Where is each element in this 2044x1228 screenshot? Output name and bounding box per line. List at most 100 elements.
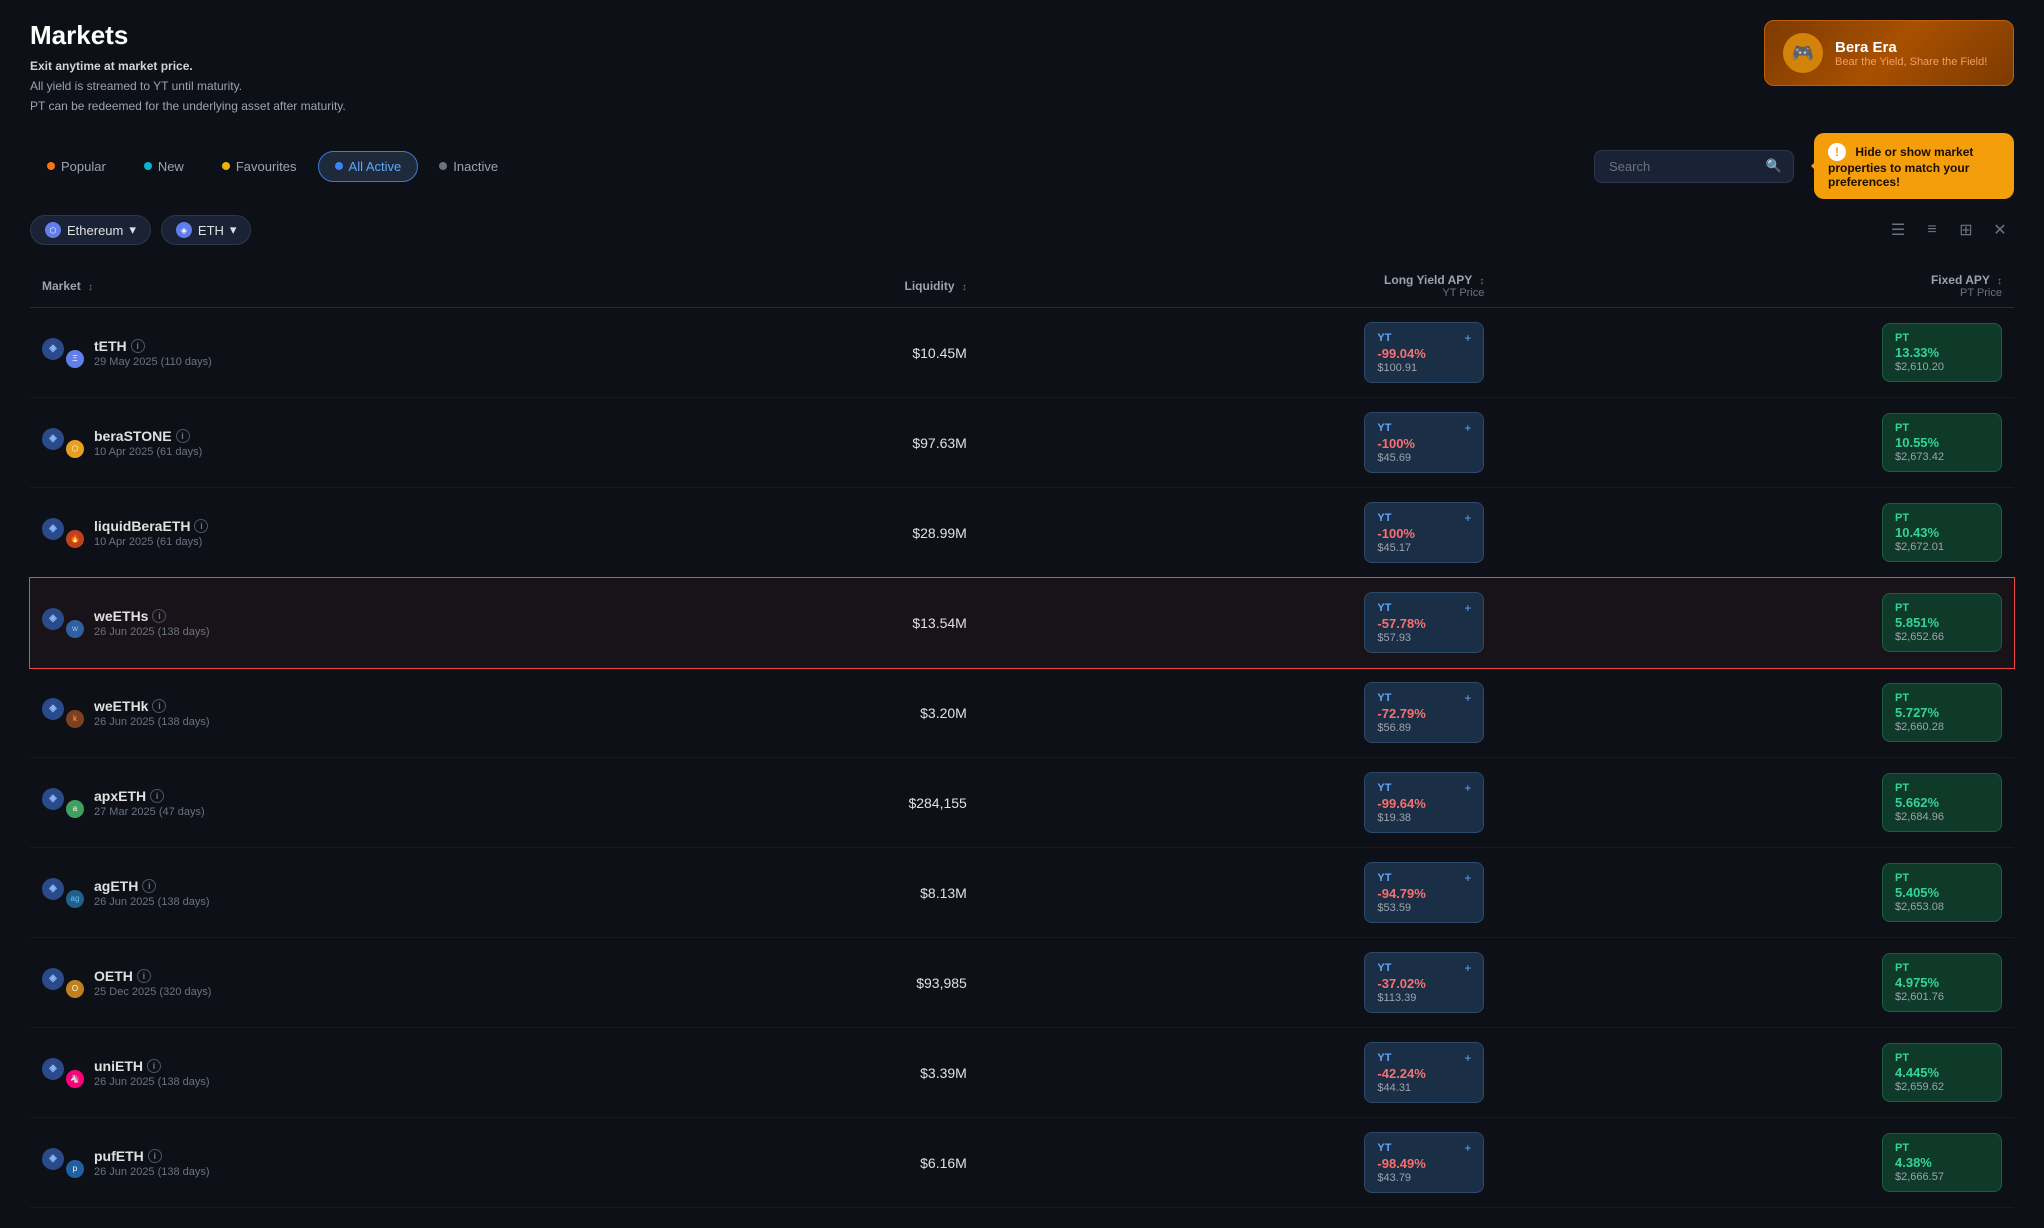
yt-plus-icon: + (1464, 781, 1471, 795)
market-cell: ◈ w weETHs i 26 Jun 2025 (138 days) (42, 608, 622, 638)
info-icon[interactable]: i (137, 969, 151, 983)
fixed-apy-sort-icon[interactable]: ↕ (1997, 276, 2002, 287)
tab-popular[interactable]: Popular (30, 151, 123, 182)
market-icon-sub: Ξ (66, 350, 84, 368)
yt-percentage: -94.79% (1377, 886, 1425, 901)
pt-cell: PT 4.445% $2,659.62 (1508, 1043, 2002, 1102)
yt-price: $45.17 (1377, 542, 1411, 554)
info-icon[interactable]: i (131, 339, 145, 353)
tab-inactive[interactable]: Inactive (422, 151, 515, 182)
yt-badge[interactable]: YT + -99.04% $100.91 (1364, 322, 1484, 383)
table-row[interactable]: ◈ a apxETH i 27 Mar 2025 (47 days) $284,… (30, 758, 2014, 848)
pt-badge[interactable]: PT 4.445% $2,659.62 (1882, 1043, 2002, 1102)
tab-all-active[interactable]: All Active (318, 151, 419, 182)
info-icon[interactable]: i (176, 429, 190, 443)
pt-badge[interactable]: PT 5.851% $2,652.66 (1882, 593, 2002, 652)
market-icon-main: ◈ (42, 1148, 64, 1170)
pt-price: $2,601.76 (1895, 991, 1989, 1003)
table-row[interactable]: ◈ p pufETH i 26 Jun 2025 (138 days) $6.1… (30, 1118, 2014, 1208)
compact-list-view-button[interactable]: ≡ (1918, 216, 1946, 244)
tab-favourites[interactable]: Favourites (205, 151, 314, 182)
yt-badge[interactable]: YT + -42.24% $44.31 (1364, 1042, 1484, 1103)
yt-label: YT (1377, 602, 1391, 614)
chain-filter[interactable]: ⬡ Ethereum ▾ (30, 215, 151, 245)
yt-label: YT (1377, 1142, 1391, 1154)
yt-badge[interactable]: YT + -57.78% $57.93 (1364, 592, 1484, 653)
market-date: 26 Jun 2025 (138 days) (94, 626, 210, 638)
filters-row: ⬡ Ethereum ▾ ◈ ETH ▾ ☰ ≡ ⊞ ✕ (30, 215, 2014, 245)
page-title: Markets (30, 20, 346, 51)
table-row[interactable]: ◈ 🦄 uniETH i 26 Jun 2025 (138 days) $3.3… (30, 1028, 2014, 1118)
info-icon[interactable]: i (152, 699, 166, 713)
yt-badge[interactable]: YT + -98.49% $43.79 (1364, 1132, 1484, 1193)
col-header-liquidity: Liquidity ↕ (634, 265, 979, 308)
market-cell: ◈ O OETH i 25 Dec 2025 (320 days) (42, 968, 622, 998)
yt-cell: YT + -37.02% $113.39 (991, 952, 1485, 1013)
liquidity-value: $3.20M (646, 705, 967, 721)
pt-badge[interactable]: PT 5.727% $2,660.28 (1882, 683, 2002, 742)
tab-new[interactable]: New (127, 151, 201, 182)
table-row[interactable]: ◈ 🔥 liquidBeraETH i 10 Apr 2025 (61 days… (30, 488, 2014, 578)
pt-badge[interactable]: PT 5.405% $2,653.08 (1882, 863, 2002, 922)
info-icon[interactable]: i (152, 609, 166, 623)
asset-filter[interactable]: ◈ ETH ▾ (161, 215, 252, 245)
liquidity-sort-icon[interactable]: ↕ (962, 282, 967, 293)
search-area: 🔍 (1594, 150, 1794, 183)
yt-badge[interactable]: YT + -100% $45.17 (1364, 502, 1484, 563)
table-row[interactable]: ◈ w weETHs i 26 Jun 2025 (138 days) $13.… (30, 578, 2014, 668)
market-date: 25 Dec 2025 (320 days) (94, 986, 211, 998)
pt-percentage: 13.33% (1895, 345, 1989, 360)
pt-badge[interactable]: PT 10.55% $2,673.42 (1882, 413, 2002, 472)
yt-percentage: -98.49% (1377, 1156, 1425, 1171)
table-row[interactable]: ◈ ag agETH i 26 Jun 2025 (138 days) $8.1… (30, 848, 2014, 938)
table-row[interactable]: ◈ ⬡ beraSTONE i 10 Apr 2025 (61 days) $9… (30, 398, 2014, 488)
tooltip-icon: ! (1828, 143, 1846, 161)
table-row[interactable]: ◈ Ξ tETH i 29 May 2025 (110 days) $10.45… (30, 308, 2014, 398)
market-name: uniETH i (94, 1058, 210, 1074)
yt-badge[interactable]: YT + -100% $45.69 (1364, 412, 1484, 473)
info-icon[interactable]: i (150, 789, 164, 803)
market-cell: ◈ ⬡ beraSTONE i 10 Apr 2025 (61 days) (42, 428, 622, 458)
market-cell: ◈ Ξ tETH i 29 May 2025 (110 days) (42, 338, 622, 368)
market-sort-icon[interactable]: ↕ (88, 282, 93, 293)
liquidity-value: $97.63M (646, 435, 967, 451)
yt-price: $53.59 (1377, 902, 1411, 914)
yt-badge[interactable]: YT + -37.02% $113.39 (1364, 952, 1484, 1013)
pt-badge[interactable]: PT 10.43% $2,672.01 (1882, 503, 2002, 562)
pt-cell: PT 13.33% $2,610.20 (1508, 323, 2002, 382)
yt-label: YT (1377, 1052, 1391, 1064)
market-info: apxETH i 27 Mar 2025 (47 days) (94, 788, 205, 818)
close-button[interactable]: ✕ (1986, 216, 2014, 244)
long-yield-sort-icon[interactable]: ↕ (1479, 276, 1484, 287)
yt-price: $19.38 (1377, 812, 1411, 824)
pt-badge[interactable]: PT 4.38% $2,666.57 (1882, 1133, 2002, 1192)
yt-cell: YT + -100% $45.17 (991, 502, 1485, 563)
yt-price: $56.89 (1377, 722, 1411, 734)
pt-badge[interactable]: PT 13.33% $2,610.20 (1882, 323, 2002, 382)
pt-badge[interactable]: PT 4.975% $2,601.76 (1882, 953, 2002, 1012)
pt-badge[interactable]: PT 5.662% $2,684.96 (1882, 773, 2002, 832)
info-icon[interactable]: i (147, 1059, 161, 1073)
info-icon[interactable]: i (148, 1149, 162, 1163)
table-row[interactable]: ◈ k weETHk i 26 Jun 2025 (138 days) $3.2… (30, 668, 2014, 758)
yt-badge[interactable]: YT + -99.64% $19.38 (1364, 772, 1484, 833)
info-icon[interactable]: i (194, 519, 208, 533)
yt-plus-icon: + (1464, 421, 1471, 435)
search-input[interactable] (1594, 150, 1794, 183)
market-icon-main: ◈ (42, 1058, 64, 1080)
yt-badge[interactable]: YT + -72.79% $56.89 (1364, 682, 1484, 743)
yt-label: YT (1377, 692, 1391, 704)
yt-badge[interactable]: YT + -94.79% $53.59 (1364, 862, 1484, 923)
popular-dot (47, 162, 55, 170)
info-icon[interactable]: i (142, 879, 156, 893)
table-row[interactable]: ◈ O OETH i 25 Dec 2025 (320 days) $93,98… (30, 938, 2014, 1028)
pt-percentage: 5.851% (1895, 615, 1989, 630)
market-date: 26 Jun 2025 (138 days) (94, 896, 210, 908)
pt-price: $2,666.57 (1895, 1171, 1989, 1183)
grid-view-button[interactable]: ⊞ (1952, 216, 1980, 244)
list-view-button[interactable]: ☰ (1884, 216, 1912, 244)
market-info: uniETH i 26 Jun 2025 (138 days) (94, 1058, 210, 1088)
market-icon-main: ◈ (42, 878, 64, 900)
bera-era-banner[interactable]: 🎮 Bera Era Bear the Yield, Share the Fie… (1764, 20, 2014, 86)
yt-cell: YT + -57.78% $57.93 (991, 592, 1485, 653)
